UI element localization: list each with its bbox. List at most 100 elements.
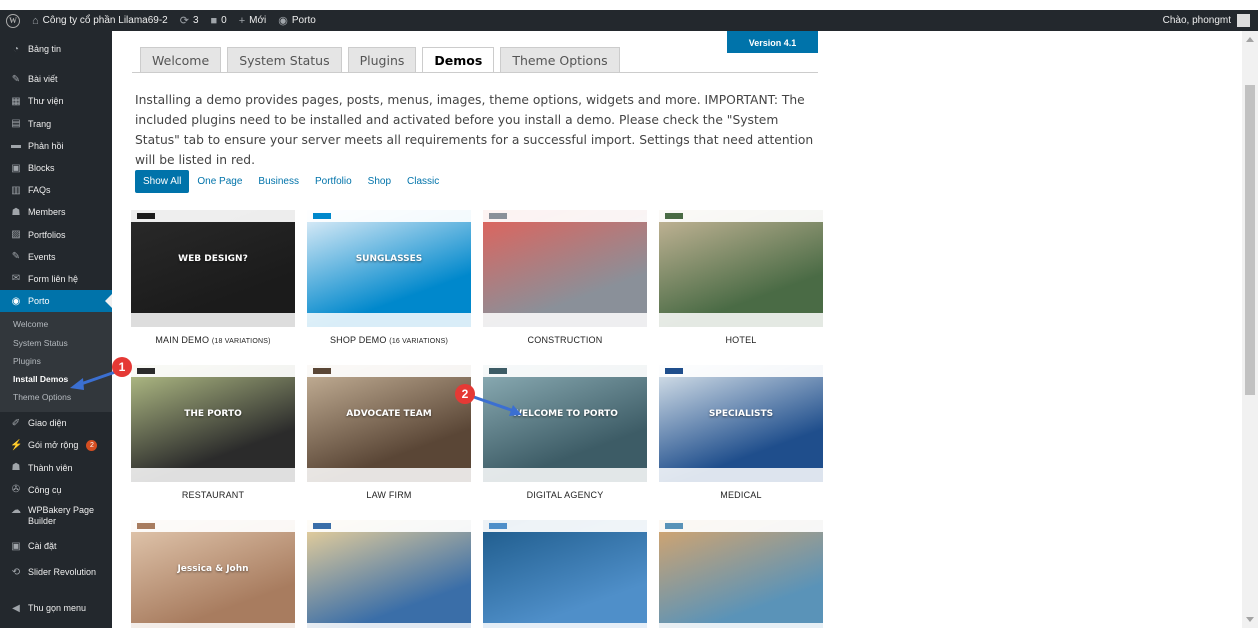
sidebar-item-form-lien-he[interactable]: ✉ Form liên hệ xyxy=(0,268,112,290)
demo-title: DIGITAL AGENCY xyxy=(526,490,604,500)
porto-link[interactable]: ◉ Porto xyxy=(272,10,322,31)
sidebar-item-portfolios[interactable]: ▨ Portfolios xyxy=(0,224,112,246)
wrench-icon: ✇ xyxy=(11,484,21,496)
tab-demos[interactable]: Demos xyxy=(422,47,495,72)
submenu-item-system-status[interactable]: System Status xyxy=(0,333,112,351)
sidebar-item-label: Thu gọn menu xyxy=(28,603,87,614)
filter-portfolio[interactable]: Portfolio xyxy=(307,170,360,193)
porto-logo xyxy=(313,213,331,219)
callout-1: 1 xyxy=(112,357,132,377)
demo-thumbnail[interactable]: ADVOCATE TEAM xyxy=(307,365,471,482)
demo-thumbnail[interactable] xyxy=(659,210,823,327)
sidebar-item-events[interactable]: ✎ Events xyxy=(0,246,112,268)
submenu-item-install-demos[interactable]: Install Demos xyxy=(0,370,112,388)
filter-classic[interactable]: Classic xyxy=(399,170,447,193)
sidebar-item-giao-dien[interactable]: ✐ Giao diện xyxy=(0,412,112,434)
demo-thumbnail[interactable]: SPECIALISTS xyxy=(659,365,823,482)
home-icon: ⌂ xyxy=(32,14,39,27)
demo-card[interactable] xyxy=(483,520,647,628)
sidebar-item-thanh-vien[interactable]: ☗ Thành viên xyxy=(0,457,112,479)
demo-thumbnail[interactable]: SUNGLASSES xyxy=(307,210,471,327)
thumbnail-header-bar xyxy=(307,520,471,532)
porto-submenu: Welcome System Status Plugins Install Demos… xyxy=(0,312,112,413)
wpbakery-icon: ☁ xyxy=(11,504,21,516)
thumbnail-headline: ADVOCATE TEAM xyxy=(346,409,432,419)
wordpress-icon: W xyxy=(6,13,20,28)
comments-link[interactable]: ■ 0 xyxy=(205,10,233,31)
demo-card[interactable]: THE PORTO RESTAURANT xyxy=(131,365,295,500)
filter-business[interactable]: Business xyxy=(250,170,307,193)
thumbnail-footer xyxy=(131,468,295,482)
demo-filters: Show All One Page Business Portfolio Shop Cla… xyxy=(135,170,447,193)
thumbnail-footer xyxy=(131,623,295,628)
filter-show-all[interactable]: Show All xyxy=(135,170,190,193)
sidebar-item-slider-revolution[interactable]: ⟲ Slider Revolution xyxy=(0,563,112,597)
thumbnail-footer xyxy=(483,313,647,327)
demo-card[interactable]: WELCOME TO PORTO DIGITAL AGENCY xyxy=(483,365,647,500)
sidebar-item-phan-hoi[interactable]: ▬ Phản hồi xyxy=(0,135,112,157)
tab-system-status[interactable]: System Status xyxy=(227,47,342,72)
demo-thumbnail[interactable]: THE PORTO xyxy=(131,365,295,482)
tab-theme-options[interactable]: Theme Options xyxy=(500,47,620,72)
demo-thumbnail[interactable] xyxy=(483,210,647,327)
demo-card[interactable]: Jessica & John xyxy=(131,520,295,628)
sidebar-item-wpbakery-page-builder[interactable]: ☁ WPBakery Page Builder xyxy=(0,501,112,535)
blocks-icon: ▣ xyxy=(11,162,21,174)
demo-name: DIGITAL AGENCY xyxy=(483,490,647,500)
demo-thumbnail[interactable] xyxy=(659,520,823,628)
sidebar-item-cong-cu[interactable]: ✇ Công cụ xyxy=(0,479,112,501)
demo-thumbnail[interactable] xyxy=(483,520,647,628)
sidebar-item-trang[interactable]: ▤ Trang xyxy=(0,113,112,135)
tab-welcome[interactable]: Welcome xyxy=(140,47,222,72)
filter-one-page[interactable]: One Page xyxy=(189,170,250,193)
demo-card[interactable]: WEB DESIGN? MAIN DEMO (18 VARIATIONS) xyxy=(131,210,295,345)
thumbnail-footer xyxy=(307,468,471,482)
demo-card[interactable]: SUNGLASSES SHOP DEMO (16 VARIATIONS) xyxy=(307,210,471,345)
demo-card[interactable]: SPECIALISTS MEDICAL xyxy=(659,365,823,500)
sidebar-item-label: WPBakery Page Builder xyxy=(28,504,95,526)
page-scrollbar[interactable] xyxy=(1242,31,1258,628)
demo-thumbnail[interactable]: WELCOME TO PORTO xyxy=(483,365,647,482)
sidebar-item-cai-dat[interactable]: ▣ Cài đặt xyxy=(0,535,112,557)
sidebar-item-goi-mo-rong[interactable]: ⚡ Gói mở rộng 2 xyxy=(0,434,112,456)
demo-thumbnail[interactable]: WEB DESIGN? xyxy=(131,210,295,327)
demo-name: LAW FIRM xyxy=(307,490,471,500)
submenu-item-welcome[interactable]: Welcome xyxy=(0,315,112,333)
sidebar-item-label: Events xyxy=(28,251,56,262)
sidebar-item-blocks[interactable]: ▣ Blocks xyxy=(0,157,112,179)
demo-card[interactable] xyxy=(307,520,471,628)
sidebar-item-thu-gon-menu[interactable]: ◀ Thu gọn menu xyxy=(0,597,112,619)
sidebar-item-porto[interactable]: ◉ Porto xyxy=(0,290,112,313)
scroll-down-arrow[interactable] xyxy=(1246,617,1254,622)
sidebar-item-members[interactable]: ☗ Members xyxy=(0,201,112,223)
demo-card[interactable]: HOTEL xyxy=(659,210,823,345)
demo-thumbnail[interactable]: Jessica & John xyxy=(131,520,295,628)
thumbnail-header-bar xyxy=(659,365,823,377)
demo-thumbnail[interactable] xyxy=(307,520,471,628)
collapse-icon: ◀ xyxy=(12,602,20,614)
scroll-up-arrow[interactable] xyxy=(1246,37,1254,42)
tab-plugins[interactable]: Plugins xyxy=(347,47,417,72)
filter-shop[interactable]: Shop xyxy=(360,170,399,193)
demo-card[interactable]: ADVOCATE TEAM LAW FIRM xyxy=(307,365,471,500)
demo-card[interactable] xyxy=(659,520,823,628)
demo-card[interactable]: CONSTRUCTION xyxy=(483,210,647,345)
updates-link[interactable]: ⟳ 3 xyxy=(174,10,205,31)
thumbnail-header-bar xyxy=(307,210,471,222)
account-menu[interactable]: Chào, phongmt xyxy=(1163,10,1250,31)
sidebar-item-bai-viet[interactable]: ✎ Bài viết xyxy=(0,68,112,90)
sidebar-item-thu-vien[interactable]: ▦ Thư viện xyxy=(0,90,112,112)
thumbnail-footer xyxy=(131,313,295,327)
sidebar-item-label: Thành viên xyxy=(28,462,73,473)
sidebar-item-faqs[interactable]: ▥ FAQs xyxy=(0,179,112,201)
scroll-thumb[interactable] xyxy=(1245,85,1255,395)
submenu-item-theme-options[interactable]: Theme Options xyxy=(0,388,112,406)
site-name-link[interactable]: ⌂ Công ty cổ phần Lilama69-2 xyxy=(26,10,174,31)
new-content-link[interactable]: + Mới xyxy=(233,10,273,31)
demo-variations: (16 VARIATIONS) xyxy=(389,338,449,345)
demo-name: HOTEL xyxy=(659,335,823,345)
wordpress-logo-button[interactable]: W xyxy=(0,10,26,31)
sidebar-item-bang-tin[interactable]: ◔ Bảng tin xyxy=(0,38,112,60)
brush-icon: ✐ xyxy=(11,417,21,429)
submenu-item-plugins[interactable]: Plugins xyxy=(0,352,112,370)
